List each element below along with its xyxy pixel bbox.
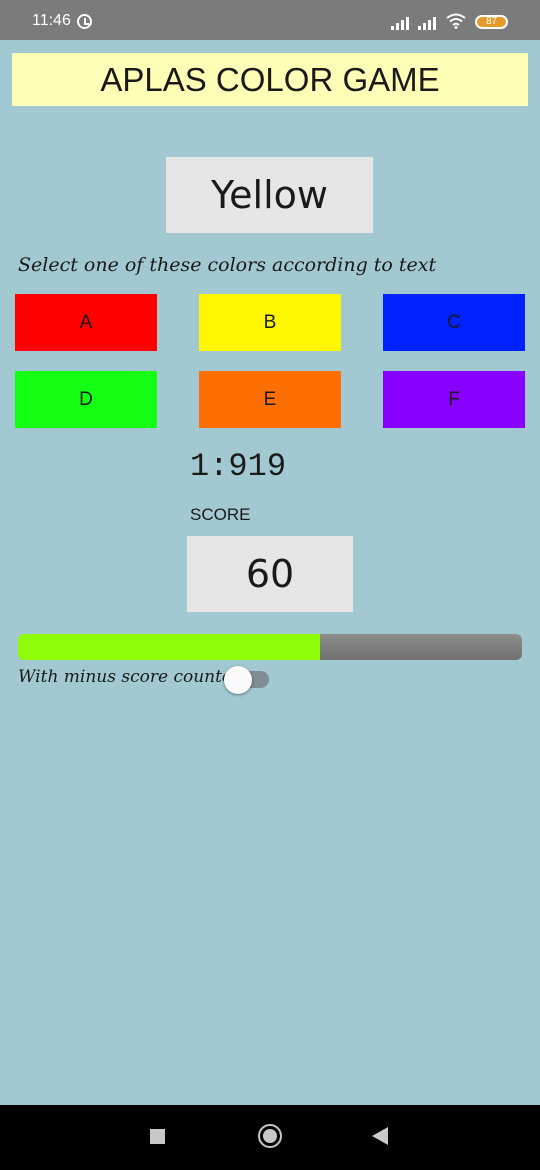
target-color-word-text: Yellow [211, 173, 328, 217]
target-color-word: Yellow [166, 157, 373, 233]
color-button-d[interactable]: D [15, 371, 157, 428]
instruction-text: Select one of these colors according to … [18, 254, 437, 276]
minus-score-toggle-thumb[interactable] [224, 666, 252, 694]
score-value: 60 [245, 552, 295, 596]
countdown-timer: 1:919 [190, 448, 287, 485]
color-button-b[interactable]: B [199, 294, 341, 351]
minus-score-toggle-label: With minus score counter [18, 667, 241, 687]
color-button-label: B [263, 311, 277, 333]
status-time: 11:46 [32, 12, 71, 29]
signal-icon [418, 16, 438, 30]
time-progress-bar [18, 634, 522, 660]
title-banner: APLAS COLOR GAME [12, 53, 528, 106]
status-bar: 11:46 87 [0, 0, 540, 40]
back-icon[interactable] [372, 1127, 388, 1145]
color-button-c[interactable]: C [383, 294, 525, 351]
color-button-a[interactable]: A [15, 294, 157, 351]
score-label: SCORE [190, 505, 251, 524]
alarm-icon [77, 14, 92, 29]
color-button-label: F [448, 388, 460, 410]
time-progress-fill [18, 634, 321, 660]
home-icon[interactable] [258, 1124, 282, 1148]
score-display: 60 [187, 536, 353, 612]
color-button-label: A [79, 311, 93, 333]
recent-apps-icon[interactable] [150, 1129, 165, 1144]
color-button-label: C [447, 311, 461, 333]
signal-icon [391, 16, 411, 30]
color-button-f[interactable]: F [383, 371, 525, 428]
app-title: APLAS COLOR GAME [100, 60, 440, 98]
battery-icon: 87 [475, 15, 508, 29]
wifi-icon [446, 13, 466, 29]
color-button-label: E [263, 388, 277, 410]
color-button-label: D [79, 388, 93, 410]
color-button-e[interactable]: E [199, 371, 341, 428]
